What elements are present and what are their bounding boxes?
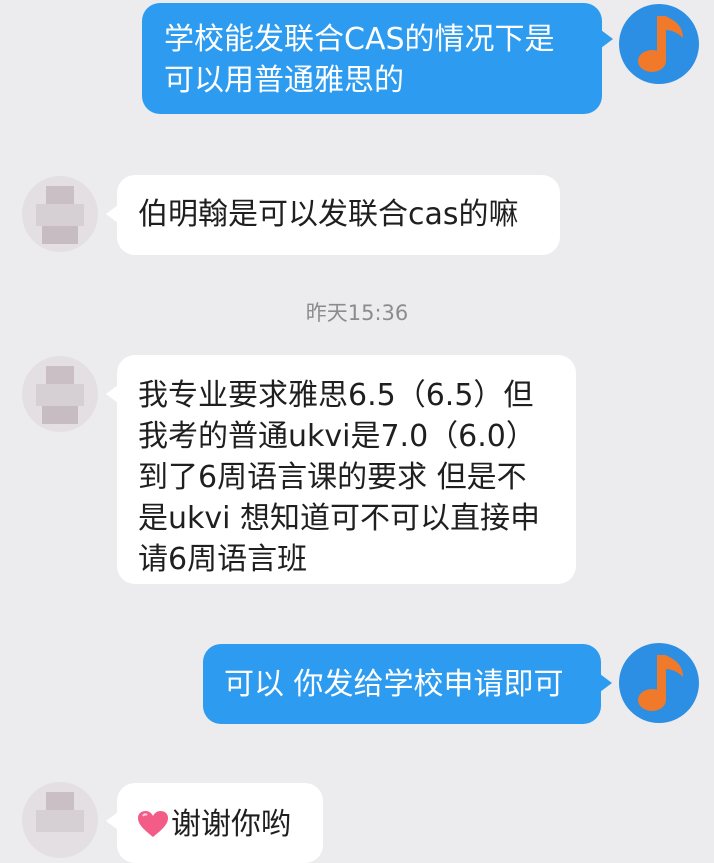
bubble-tail <box>600 674 612 692</box>
contact-avatar[interactable] <box>22 176 98 252</box>
message-text-line: 可以用普通雅思的 <box>164 63 404 98</box>
message-text: 谢谢你哟 <box>171 807 291 842</box>
message-bubble[interactable]: 谢谢你哟 <box>117 783 323 863</box>
message-text-line: 学校能发联合CAS的情况下是 <box>164 22 555 57</box>
timestamp: 昨天15:36 <box>305 301 409 325</box>
message-text-line: 伯明翰是可以发联合cas的嘛 <box>138 197 519 232</box>
message-text-line: 谢谢你哟 <box>137 804 307 845</box>
heart-emoji <box>138 811 168 837</box>
message-bubble[interactable]: 可以 你发给学校申请即可 <box>203 644 601 724</box>
avatar-pixel <box>36 810 84 832</box>
bubble-tail <box>601 30 613 48</box>
self-avatar[interactable] <box>619 643 699 723</box>
message-text-line: 请6周语言班 <box>138 542 308 577</box>
avatar-pixel <box>36 204 84 226</box>
contact-avatar[interactable] <box>22 782 98 858</box>
music-note-icon <box>638 655 683 711</box>
avatar-pixel <box>36 384 84 406</box>
message-text-line: 我考的普通ukvi是7.0（6.0） <box>138 419 536 454</box>
avatar-pixel <box>42 226 78 244</box>
contact-avatar[interactable] <box>22 356 98 432</box>
avatar-pixel <box>46 186 74 204</box>
message-text-line: 是ukvi 想知道可不可以直接申 <box>138 501 541 536</box>
avatar-pixel <box>42 406 78 424</box>
message-bubble[interactable]: 学校能发联合CAS的情况下是 可以用普通雅思的 <box>142 3 602 114</box>
self-avatar[interactable] <box>619 4 699 84</box>
message-text-line: 我专业要求雅思6.5（6.5）但 <box>138 378 534 413</box>
music-note-icon <box>638 16 683 72</box>
message-bubble[interactable]: 我专业要求雅思6.5（6.5）但 我考的普通ukvi是7.0（6.0） 到了6周… <box>117 355 576 584</box>
message-text-line: 到了6周语言课的要求 但是不 <box>138 460 527 495</box>
message-text-line: 可以 你发给学校申请即可 <box>224 667 564 702</box>
message-bubble[interactable]: 伯明翰是可以发联合cas的嘛 <box>117 175 560 255</box>
avatar-pixel <box>46 792 74 810</box>
avatar-pixel <box>46 366 74 384</box>
